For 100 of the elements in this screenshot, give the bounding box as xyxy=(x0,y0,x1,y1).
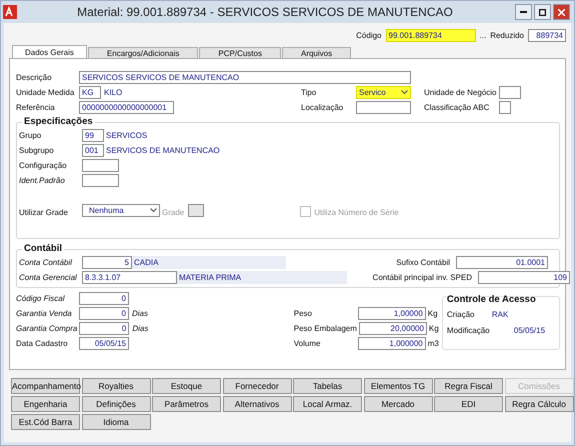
code-field[interactable]: 5 xyxy=(82,256,132,269)
action-button[interactable]: Alternativos xyxy=(222,396,292,412)
action-button[interactable]: Parâmetros xyxy=(152,396,221,412)
input-field[interactable]: 1,000000 xyxy=(358,337,426,350)
field-label: Subgrupo xyxy=(19,146,54,155)
maximize-icon xyxy=(539,8,546,16)
unit-label: Dias xyxy=(132,309,148,318)
field-label: Sufixo Contábil xyxy=(396,258,450,267)
action-button[interactable]: Elementos TG xyxy=(364,378,432,394)
field-label: Unidade de Negócio xyxy=(424,88,496,97)
tab[interactable]: Encargos/Adicionais xyxy=(88,47,198,59)
field-label: Criação xyxy=(446,310,474,319)
input-field[interactable]: 05/05/15 xyxy=(79,337,129,350)
action-button[interactable]: Acompanhamento xyxy=(11,378,80,394)
action-button[interactable]: Regra Cálculo xyxy=(504,396,574,412)
field-label: Configuração xyxy=(19,161,67,170)
group-title: Especificações xyxy=(22,116,95,127)
code-field[interactable]: 99.001.889734 xyxy=(386,28,476,42)
unit-label: Kg xyxy=(428,324,439,333)
field-label: Conta Contábil xyxy=(19,258,72,267)
location-field[interactable] xyxy=(356,101,411,114)
field-label: Referência xyxy=(16,103,55,112)
field-label: Localização xyxy=(301,103,344,112)
unit-label: Kg xyxy=(428,309,438,318)
action-button[interactable]: EDI xyxy=(434,396,503,412)
field-label: Volume xyxy=(294,339,320,348)
abc-class-field[interactable] xyxy=(499,101,511,114)
input-field[interactable] xyxy=(82,159,119,172)
field-label: Tipo xyxy=(301,88,316,97)
reference-field[interactable]: 0000000000000000001 xyxy=(79,101,174,114)
unit-code-field[interactable]: KG xyxy=(79,86,101,99)
field-label: Contábil principal inv. SPED xyxy=(372,273,472,282)
field-label: Grade xyxy=(162,208,184,217)
action-button[interactable]: Tabelas xyxy=(293,378,362,394)
field-label: Garantia Compra xyxy=(16,324,78,333)
field-label: Código Fiscal xyxy=(16,294,64,303)
tab[interactable]: Arquivos xyxy=(282,47,352,59)
window-title: Material: 99.001.889734 - SERVICOS SERVICOS DE MANUTENCAO xyxy=(76,5,454,19)
input-field[interactable]: 1,00000 xyxy=(358,307,426,320)
group-title: Contábil xyxy=(22,243,64,254)
field-label: Classificação ABC xyxy=(424,103,490,112)
group-title: Controle de Acesso xyxy=(446,294,537,305)
close-icon xyxy=(558,8,565,16)
caret-icon xyxy=(401,90,408,95)
input-field[interactable] xyxy=(82,174,119,187)
field-label: Descrição xyxy=(16,73,52,82)
action-button[interactable]: Royalties xyxy=(82,378,150,394)
action-button[interactable]: Est.Cód Barra xyxy=(11,414,80,430)
field-label: Utilizar Grade xyxy=(19,208,68,217)
description-field[interactable]: SERVICOS SERVICOS DE MANUTENCAO xyxy=(79,71,411,84)
suffix-field[interactable]: 01.0001 xyxy=(456,256,548,269)
modified-date: 05/05/15 xyxy=(514,326,546,335)
account-name: MATERIA PRIMA xyxy=(177,271,347,284)
unit-name: KILO xyxy=(104,88,122,97)
action-button[interactable]: Definições xyxy=(82,396,150,412)
app-logo-icon xyxy=(3,5,17,19)
field-label: Código xyxy=(356,30,382,40)
creator-value: RAK xyxy=(492,310,508,319)
account-name: CADIA xyxy=(132,256,286,269)
minimize-button[interactable] xyxy=(515,4,532,20)
unit-label: Dias xyxy=(132,324,148,333)
sped-field[interactable]: 109 xyxy=(478,271,570,284)
tab[interactable]: Dados Gerais xyxy=(12,45,87,59)
field-label: Reduzido xyxy=(490,30,524,40)
action-button[interactable]: Estoque xyxy=(152,378,221,394)
field-label: Ident.Padrão xyxy=(19,176,65,185)
action-button[interactable]: Local Armaz. xyxy=(293,396,362,412)
code-field[interactable]: 8.3.3.1.07 xyxy=(82,271,177,284)
lookup-link[interactable]: ... xyxy=(480,30,486,40)
field-label: Data Cadastro xyxy=(16,339,68,348)
minimize-icon xyxy=(520,11,527,13)
short-code-field[interactable]: 889734 xyxy=(528,28,566,42)
field-label: Grupo xyxy=(19,131,42,140)
code-field[interactable]: 001 xyxy=(82,144,104,157)
checkbox-label: Utiliza Número de Série xyxy=(314,208,399,217)
input-field[interactable]: 20,00000 xyxy=(358,322,427,335)
action-button[interactable]: Regra Fiscal xyxy=(434,378,503,394)
group-name: SERVICOS xyxy=(106,131,148,140)
action-button[interactable]: Engenharia xyxy=(11,396,80,412)
action-button[interactable]: Idioma xyxy=(82,414,150,430)
tab[interactable]: PCP/Custos xyxy=(199,47,281,59)
field-label: Conta Gerencial xyxy=(19,273,77,282)
grid-dropdown[interactable]: Nenhuma xyxy=(82,204,160,217)
maximize-button[interactable] xyxy=(534,4,551,20)
input-field[interactable]: 0 xyxy=(79,307,129,320)
field-label: Peso xyxy=(294,309,312,318)
action-button[interactable]: Mercado xyxy=(364,396,432,412)
action-button[interactable]: Fornecedor xyxy=(222,378,292,394)
field-label: Unidade Medida xyxy=(16,88,74,97)
field-label: Peso Embalagem xyxy=(294,324,357,333)
code-field[interactable]: 99 xyxy=(82,129,104,142)
field-label: Garantia Venda xyxy=(16,309,72,318)
close-button[interactable] xyxy=(553,4,570,20)
input-field[interactable]: 0 xyxy=(79,322,130,335)
group-name: SERVICOS DE MANUTENCAO xyxy=(106,146,220,155)
business-unit-field[interactable] xyxy=(499,86,521,99)
unit-label: m3 xyxy=(428,339,439,348)
caret-icon xyxy=(150,208,157,213)
input-field[interactable]: 0 xyxy=(79,292,129,305)
type-dropdown[interactable]: Servico xyxy=(356,86,411,99)
